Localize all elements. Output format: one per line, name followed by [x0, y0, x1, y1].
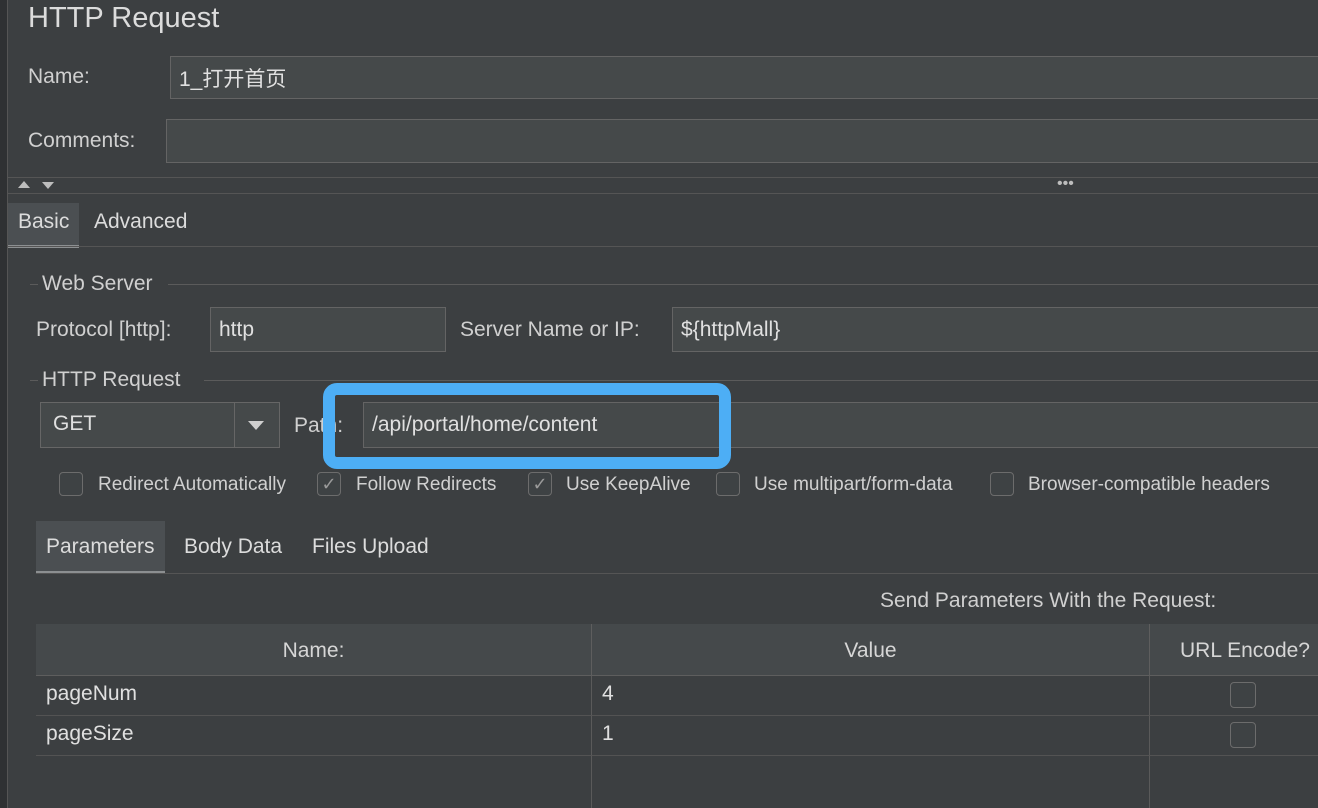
- multipart-label: Use multipart/form-data: [754, 474, 953, 495]
- method-value: GET: [53, 412, 97, 435]
- url-encode-checkbox[interactable]: [1230, 722, 1256, 748]
- web-server-group-label: Web Server: [42, 272, 153, 295]
- subtab-divider: [36, 573, 1318, 574]
- follow-redirects-checkbox[interactable]: ✓: [317, 472, 341, 496]
- group-line-right-2: [204, 380, 1318, 381]
- table-cell-encode[interactable]: [1150, 676, 1318, 716]
- server-label: Server Name or IP:: [460, 318, 640, 341]
- highlight-box: [323, 383, 731, 469]
- checkmark-icon: ✓: [321, 473, 337, 494]
- tab-divider: [8, 246, 1318, 247]
- collapse-down-icon[interactable]: [42, 182, 54, 189]
- splitter-bar[interactable]: [8, 177, 1318, 194]
- column-divider: [1149, 756, 1150, 808]
- column-header-value[interactable]: Value: [592, 624, 1150, 676]
- comments-input[interactable]: [166, 119, 1318, 163]
- multipart-checkbox[interactable]: [716, 472, 740, 496]
- tab-body-data[interactable]: Body Data: [174, 521, 292, 571]
- group-line-left: [30, 284, 38, 285]
- table-cell-value[interactable]: 1: [592, 716, 1150, 756]
- protocol-input[interactable]: http: [210, 307, 446, 352]
- redirect-auto-checkbox[interactable]: [59, 472, 83, 496]
- http-request-group-label: HTTP Request: [42, 368, 181, 391]
- browser-headers-label: Browser-compatible headers: [1028, 474, 1270, 495]
- method-select-divider: [234, 403, 235, 447]
- redirect-auto-label: Redirect Automatically: [98, 474, 286, 495]
- table-cell-encode[interactable]: [1150, 716, 1318, 756]
- protocol-label: Protocol [http]:: [36, 318, 172, 341]
- panel-title: HTTP Request: [28, 2, 220, 34]
- table-cell-value[interactable]: 4: [592, 676, 1150, 716]
- params-caption: Send Parameters With the Request:: [880, 589, 1217, 612]
- server-value: ${httpMall}: [681, 317, 781, 341]
- tab-files-upload[interactable]: Files Upload: [302, 521, 439, 571]
- name-value: 1_打开首页: [179, 67, 287, 91]
- tab-advanced-label: Advanced: [94, 210, 188, 233]
- params-table: Name: Value URL Encode? pageNum 4 pageSi…: [36, 624, 1318, 808]
- comments-label: Comments:: [28, 129, 136, 152]
- column-divider: [591, 756, 592, 808]
- tab-body-data-label: Body Data: [184, 535, 283, 558]
- tab-files-upload-label: Files Upload: [312, 535, 429, 558]
- server-input[interactable]: ${httpMall}: [672, 307, 1318, 352]
- tab-advanced[interactable]: Advanced: [84, 203, 197, 245]
- protocol-value: http: [219, 317, 255, 341]
- chevron-down-icon[interactable]: [248, 421, 264, 430]
- tab-parameters-label: Parameters: [46, 535, 155, 558]
- column-header-name[interactable]: Name:: [36, 624, 592, 676]
- table-cell-name[interactable]: pageSize: [36, 716, 592, 756]
- name-label: Name:: [28, 65, 90, 88]
- keepalive-checkbox[interactable]: ✓: [528, 472, 552, 496]
- checkmark-icon: ✓: [532, 473, 548, 494]
- splitter-grip-icon[interactable]: •••: [1057, 176, 1074, 192]
- name-input[interactable]: 1_打开首页: [170, 56, 1318, 99]
- keepalive-label: Use KeepAlive: [566, 474, 691, 495]
- method-select[interactable]: GET: [40, 402, 280, 448]
- tab-basic-label: Basic: [18, 210, 70, 233]
- tab-parameters[interactable]: Parameters: [36, 521, 165, 574]
- left-border: [0, 0, 8, 808]
- column-header-url-encode[interactable]: URL Encode?: [1150, 624, 1318, 676]
- browser-headers-checkbox[interactable]: [990, 472, 1014, 496]
- follow-redirects-label: Follow Redirects: [356, 474, 497, 495]
- collapse-up-icon[interactable]: [18, 181, 30, 188]
- table-cell-name[interactable]: pageNum: [36, 676, 592, 716]
- group-line-left-2: [30, 380, 38, 381]
- url-encode-checkbox[interactable]: [1230, 682, 1256, 708]
- tab-basic[interactable]: Basic: [8, 203, 80, 248]
- group-line-right: [168, 284, 1318, 285]
